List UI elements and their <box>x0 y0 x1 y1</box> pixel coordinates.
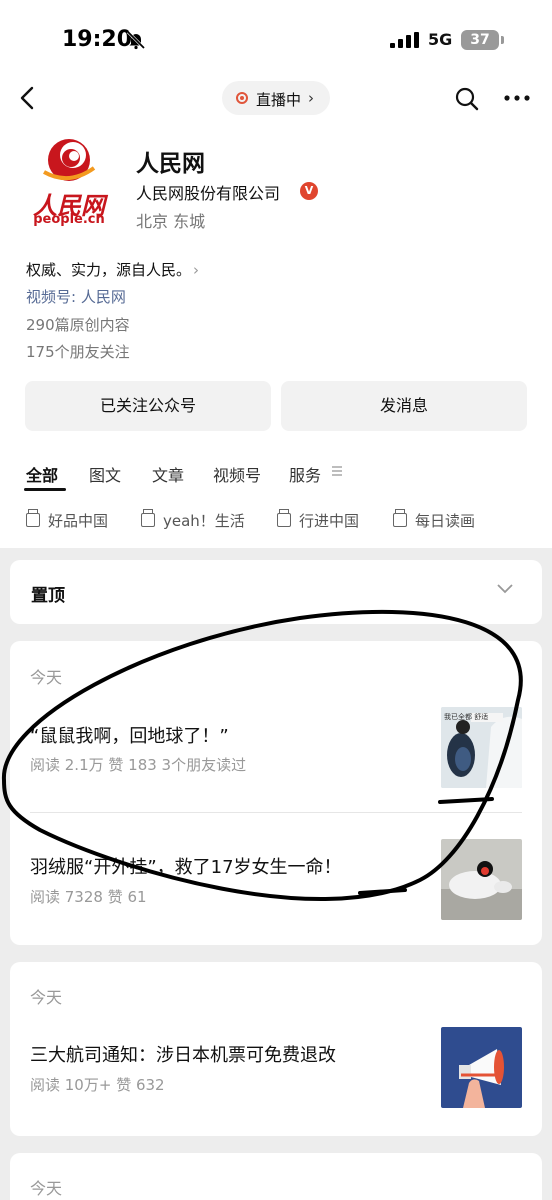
tab-articles[interactable]: 文章 <box>152 462 184 486</box>
active-tab-indicator <box>24 488 66 491</box>
article-title[interactable]: “鼠鼠我啊，回地球了！” <box>30 722 229 748</box>
folder-icon <box>277 509 291 527</box>
category-label: 好品中国 <box>48 512 109 530</box>
feed-date: 今天 <box>30 988 63 1007</box>
send-message-button[interactable]: 发消息 <box>281 381 527 431</box>
account-organization[interactable]: 人民网股份有限公司 <box>136 180 280 204</box>
article-title[interactable]: 三大航司通知：涉日本机票可免费退改 <box>30 1041 336 1067</box>
content-tabs: 全部 图文 文章 视频号 服务 <box>0 458 552 494</box>
tab-all[interactable]: 全部 <box>26 462 58 486</box>
category-label: yeah！生活 <box>163 512 245 530</box>
tab-services[interactable]: 服务 <box>289 462 321 486</box>
live-button[interactable]: 直播中 › <box>222 81 330 115</box>
original-count: 290篇原创内容 <box>26 316 130 334</box>
pinned-label: 置顶 <box>31 586 65 606</box>
thumbnail-image <box>441 1027 522 1108</box>
more-icon[interactable] <box>503 87 531 109</box>
followed-button[interactable]: 已关注公众号 <box>25 381 271 431</box>
article-meta: 阅读 2.1万 赞 183 3个朋友读过 <box>30 756 247 774</box>
search-icon[interactable] <box>454 86 480 112</box>
category-label: 行进中国 <box>299 512 360 530</box>
logo-url: people.cn <box>33 212 105 227</box>
article-thumbnail[interactable]: 我已全都 舒适 <box>441 707 522 788</box>
tab-channels[interactable]: 视频号 <box>213 462 261 486</box>
channel-link[interactable]: 视频号: 人民网 <box>26 286 126 307</box>
folder-icon <box>393 509 407 527</box>
signal-icon <box>390 32 419 48</box>
feed-card: 今天 “鼠鼠我啊，回地球了！” 阅读 2.1万 赞 183 3个朋友读过 我已全… <box>10 641 542 945</box>
article-meta: 阅读 7328 赞 61 <box>30 888 147 906</box>
category-label: 每日读画 <box>415 512 476 530</box>
feed-date: 今天 <box>30 668 63 687</box>
article-thumbnail[interactable] <box>441 1027 522 1108</box>
tab-image-text[interactable]: 图文 <box>89 462 121 486</box>
thumbnail-caption: 我已全都 舒适 <box>444 713 489 721</box>
folder-icon <box>141 509 155 527</box>
category-item[interactable]: 每日读画 <box>393 509 476 531</box>
menu-lines-icon[interactable] <box>332 465 342 477</box>
back-icon[interactable] <box>16 84 40 112</box>
divider <box>30 812 522 813</box>
chevron-right-icon: › <box>193 261 200 279</box>
description-text: 权威、实力，源自人民。 <box>26 261 192 279</box>
account-name: 人民网 <box>136 151 205 177</box>
category-item[interactable]: yeah！生活 <box>141 509 245 531</box>
feed-date: 今天 <box>30 1179 63 1198</box>
bell-slash-icon <box>126 30 146 50</box>
live-dot-icon <box>236 92 248 104</box>
network-type: 5G <box>428 30 453 49</box>
category-item[interactable]: 好品中国 <box>26 509 109 531</box>
chevron-down-icon[interactable] <box>496 582 514 596</box>
battery-indicator: 37 <box>461 30 504 50</box>
account-location: 北京 东城 <box>136 212 206 231</box>
feed-card: 今天 三大航司通知：涉日本机票可免费退改 阅读 10万+ 赞 632 <box>10 962 542 1136</box>
article-thumbnail[interactable] <box>441 839 522 920</box>
verified-icon: V <box>300 182 318 200</box>
logo-emblem <box>43 139 96 181</box>
feed-card: 今天 <box>10 1153 542 1200</box>
thumbnail-image <box>441 839 522 920</box>
article-title[interactable]: 羽绒服“开外挂”，救了17岁女生一命！ <box>30 853 342 879</box>
category-item[interactable]: 行进中国 <box>277 509 360 531</box>
friends-follow-count[interactable]: 175个朋友关注 <box>26 341 130 362</box>
status-time: 19:20 <box>62 27 133 52</box>
status-bar: 19:20 5G 37 <box>0 0 552 80</box>
pinned-section[interactable]: 置顶 <box>10 560 542 624</box>
folder-icon <box>26 509 40 527</box>
account-logo[interactable]: 人民网 people.cn <box>24 136 114 232</box>
category-chips: 好品中国 yeah！生活 行进中国 每日读画 <box>0 508 552 536</box>
chevron-right-icon: › <box>308 89 314 107</box>
live-label: 直播中 <box>256 91 302 109</box>
account-description[interactable]: 权威、实力，源自人民。 › <box>26 259 199 280</box>
article-meta: 阅读 10万+ 赞 632 <box>30 1076 165 1094</box>
